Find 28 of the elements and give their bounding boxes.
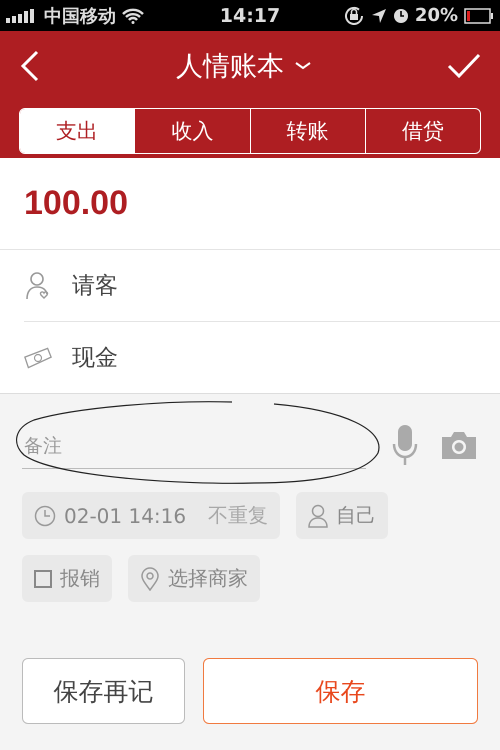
account-field[interactable]: 现金 (72, 342, 118, 373)
battery-percent: 20% (414, 5, 458, 26)
rotation-lock-icon (342, 4, 365, 26)
repeat-setting: 不重复 (208, 502, 268, 529)
chevron-down-icon (294, 61, 312, 71)
clock-time: 14:17 (220, 4, 280, 26)
wifi-icon (122, 8, 144, 24)
clock-icon (34, 504, 56, 526)
tab[interactable]: 收入 (134, 109, 250, 153)
note-field[interactable]: 备注 (22, 424, 366, 468)
battery-icon (464, 8, 494, 24)
save-and-new-button[interactable]: 保存再记 (22, 658, 185, 724)
tab[interactable]: 转账 (250, 109, 365, 153)
tab[interactable]: 借贷 (364, 109, 480, 153)
confirm-button[interactable] (447, 53, 481, 79)
save-button[interactable]: 保存 (203, 658, 478, 724)
amount-value[interactable]: 100.00 (0, 158, 500, 250)
person-icon (308, 504, 328, 528)
back-button[interactable] (19, 50, 41, 82)
location-pin-icon (140, 566, 160, 590)
tab[interactable]: 支出 (20, 109, 134, 153)
category-field[interactable]: 请客 (72, 270, 118, 301)
cash-icon (24, 344, 52, 370)
location-icon (370, 8, 387, 24)
person-heart-icon (25, 270, 51, 300)
alarm-icon (392, 8, 409, 24)
book-selector[interactable]: 人情账本 (176, 48, 312, 84)
carrier-name: 中国移动 (44, 4, 116, 28)
